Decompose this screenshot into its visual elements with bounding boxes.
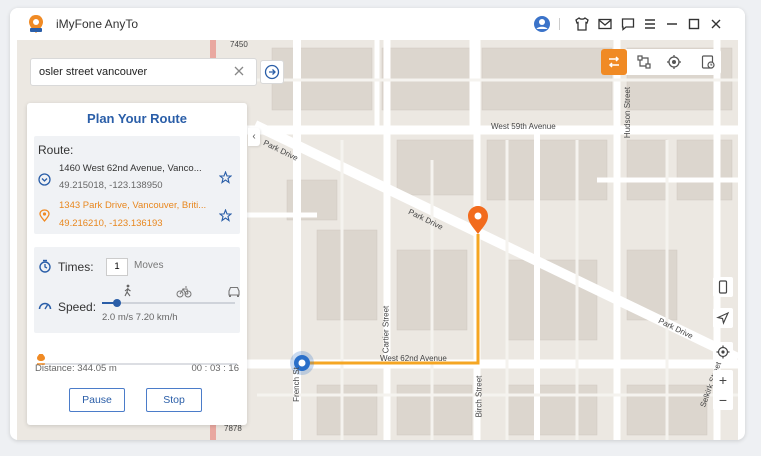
timer-icon bbox=[38, 259, 52, 273]
plan-route-panel: Plan Your Route Route: 1460 West 62nd Av… bbox=[27, 103, 247, 425]
street-label-hudson: Hudson Street bbox=[623, 86, 633, 139]
street-label-west-62nd: West 62nd Avenue bbox=[380, 354, 447, 363]
street-label-french: French St bbox=[291, 367, 301, 402]
address-number-7450: 7450 bbox=[230, 40, 248, 49]
route-label: Route: bbox=[38, 143, 74, 157]
mail-icon[interactable] bbox=[596, 15, 614, 33]
map-mode-toolbar bbox=[601, 49, 721, 75]
multi-spot-route-button[interactable] bbox=[601, 49, 627, 75]
clear-search-icon[interactable] bbox=[232, 64, 246, 78]
street-label-cartier: Cartier Street bbox=[381, 305, 391, 354]
pause-button[interactable]: Pause bbox=[69, 388, 125, 412]
times-input[interactable]: 1 bbox=[106, 258, 128, 276]
end-coords: 49.216210, -123.136193 bbox=[59, 218, 163, 229]
stop-button[interactable]: Stop bbox=[146, 388, 202, 412]
history-button[interactable] bbox=[695, 49, 721, 75]
bicycle-icon[interactable] bbox=[176, 285, 192, 298]
search-go-button[interactable] bbox=[260, 60, 284, 84]
title-bar: iMyFone AnyTo bbox=[10, 8, 745, 40]
start-address: 1460 West 62nd Avenue, Vanco... bbox=[59, 163, 202, 174]
address-number-7878: 7878 bbox=[224, 424, 242, 433]
street-label-west-59th: West 59th Avenue bbox=[491, 122, 556, 131]
panel-title: Plan Your Route bbox=[87, 111, 187, 126]
speed-value: 2.0 m/s 7.20 km/h bbox=[102, 312, 178, 323]
zoom-in-button[interactable]: + bbox=[713, 370, 733, 390]
times-label: Times: bbox=[58, 260, 94, 274]
device-icon[interactable] bbox=[713, 277, 733, 297]
street-label-birch: Birch Street bbox=[474, 375, 484, 418]
start-point-icon bbox=[38, 173, 51, 186]
search-box bbox=[30, 58, 257, 86]
title-divider bbox=[559, 18, 560, 30]
jump-teleport-button[interactable] bbox=[631, 49, 657, 75]
arrow-right-circle-icon bbox=[264, 64, 280, 80]
speed-slider-handle[interactable] bbox=[113, 299, 121, 307]
walking-icon[interactable] bbox=[122, 284, 134, 298]
navigate-arrow-icon[interactable] bbox=[713, 308, 733, 328]
zoom-out-button[interactable]: − bbox=[713, 390, 733, 410]
search-input[interactable] bbox=[39, 63, 219, 81]
zoom-controls: + − bbox=[713, 370, 733, 410]
minimize-icon[interactable] bbox=[663, 15, 681, 33]
app-window: iMyFone AnyTo West 59th Avenue Park Driv… bbox=[10, 8, 745, 440]
route-settings-box: Times: 1 Moves Speed: 2.0 m/s 7.20 km/h bbox=[34, 247, 240, 333]
moves-label: Moves bbox=[134, 260, 164, 271]
app-logo-icon bbox=[26, 14, 46, 34]
start-coords: 49.215018, -123.138950 bbox=[59, 180, 163, 191]
account-icon[interactable] bbox=[533, 15, 551, 33]
end-address: 1343 Park Drive, Vancouver, Briti... bbox=[59, 200, 207, 211]
locate-me-icon[interactable] bbox=[713, 342, 733, 362]
app-title: iMyFone AnyTo bbox=[56, 17, 139, 31]
chat-icon[interactable] bbox=[619, 15, 637, 33]
end-point-icon bbox=[38, 209, 51, 223]
star-icon[interactable] bbox=[218, 170, 233, 184]
distance-text: Distance: 344.05 m bbox=[35, 363, 117, 374]
collapse-panel-button[interactable]: ‹ bbox=[248, 128, 260, 146]
star-icon[interactable] bbox=[218, 208, 233, 222]
shirt-icon[interactable] bbox=[573, 15, 591, 33]
maximize-icon[interactable] bbox=[685, 15, 703, 33]
time-text: 00 : 03 : 16 bbox=[191, 363, 239, 374]
speed-label: Speed: bbox=[58, 300, 97, 314]
speedometer-icon bbox=[38, 299, 52, 313]
menu-icon[interactable] bbox=[641, 15, 659, 33]
car-icon[interactable] bbox=[227, 285, 241, 298]
route-box: Route: 1460 West 62nd Avenue, Vanco... 4… bbox=[34, 136, 240, 234]
close-icon[interactable] bbox=[707, 15, 725, 33]
teleport-target-button[interactable] bbox=[661, 49, 687, 75]
speed-slider-track[interactable] bbox=[102, 302, 235, 304]
